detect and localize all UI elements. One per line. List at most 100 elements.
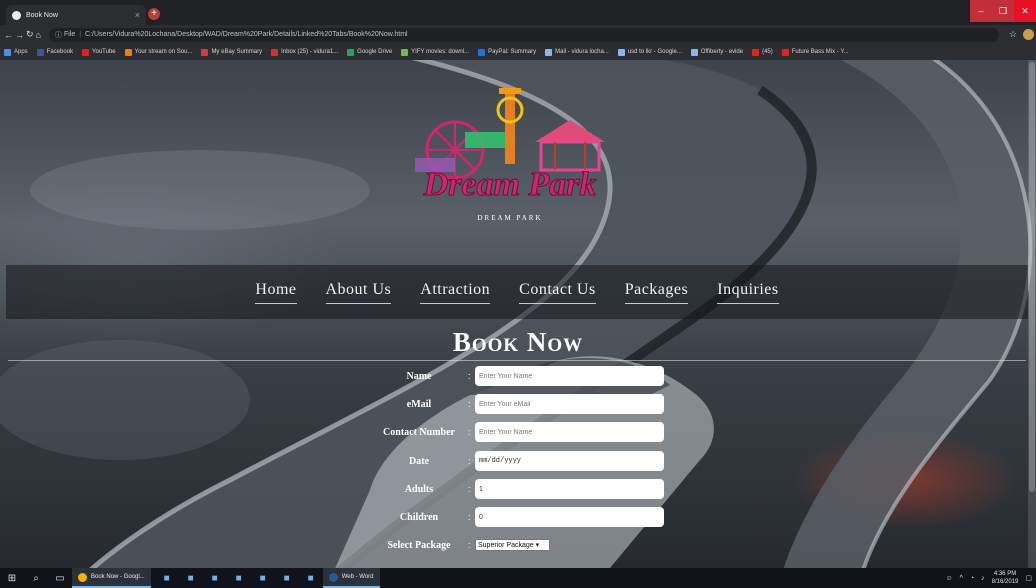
bookmark-label: Offiberty - evide	[700, 49, 744, 55]
nav-link-home[interactable]: Home	[255, 281, 297, 304]
bookmark-label: My eBay Summary	[211, 49, 263, 55]
windows-start-icon[interactable]: ⊞	[0, 568, 24, 588]
store-icon[interactable]: ■	[203, 568, 227, 588]
colon: :	[468, 427, 471, 437]
bookmark-label: Mail - vidura locha...	[555, 49, 609, 55]
bookmark-item[interactable]: Mail - vidura locha...	[545, 48, 609, 56]
bookmark-star-icon[interactable]: ☆	[1009, 29, 1017, 40]
date-input[interactable]: mm/dd/yyyy	[475, 451, 664, 471]
package-row: Select Package : Superior Package ▾	[370, 535, 670, 555]
media-icon[interactable]: ■	[299, 568, 323, 588]
url-text: C:/Users/Vidura%20Lochana/Desktop/WAD/Dr…	[85, 31, 408, 38]
tab-close-icon[interactable]: ×	[135, 10, 140, 20]
nav-link-inquiries[interactable]: Inquiries	[717, 281, 779, 304]
contact-input[interactable]	[475, 422, 664, 442]
email-input[interactable]	[475, 394, 664, 414]
bookmark-label: YouTube	[92, 49, 116, 55]
contact-label: Contact Number	[383, 426, 455, 438]
bookmark-item[interactable]: Future Bass Mix - Y...	[781, 48, 849, 56]
bookmark-item[interactable]: Inbox (25) - vidura1...	[271, 48, 338, 56]
bookmark-item[interactable]: YIFY movies: downl...	[401, 48, 469, 56]
contact-row: Contact Number :	[370, 422, 670, 442]
mail-icon	[545, 48, 553, 56]
close-window-icon[interactable]: ✕	[1014, 0, 1036, 22]
bookmark-item[interactable]: Your stream on Sou...	[124, 48, 192, 56]
system-tray: ☺ ^ ◔ ♪ 4:36 PM 8/16/2019 ▢	[945, 570, 1036, 586]
logo-wordmark: Dream Park	[423, 166, 597, 203]
chrome-icon[interactable]: ■	[275, 568, 299, 588]
name-input[interactable]	[475, 366, 664, 386]
bookmark-label: Apps	[14, 49, 28, 55]
bookmark-item[interactable]: Offiberty - evide	[690, 48, 744, 56]
windows-taskbar: ⊞ ⌕ ▭ Book Now - Googl... ■ ■ ■ ■ ■ ■ ■ Web - Wo…	[0, 568, 1036, 588]
children-row: Children :	[370, 507, 670, 527]
nav-link-about-us[interactable]: About Us	[325, 281, 392, 304]
reload-icon[interactable]: ↻	[26, 29, 34, 40]
system-clock[interactable]: 4:36 PM 8/16/2019	[992, 570, 1019, 586]
dream-park-logo[interactable]: Dream Park DREAM PARK	[395, 80, 625, 230]
bookmark-item[interactable]: Google Drive	[347, 48, 393, 56]
address-bar[interactable]: ⓘ File | C:/Users/Vidura%20Lochana/Deskt…	[48, 27, 999, 42]
bookmark-item[interactable]: (45)	[752, 48, 773, 56]
mail-icon[interactable]: ■	[227, 568, 251, 588]
minimize-icon[interactable]: –	[970, 0, 992, 22]
bookmark-label: Google Drive	[357, 49, 393, 55]
task-view-icon[interactable]: ▭	[48, 568, 72, 588]
colon: :	[468, 456, 471, 466]
nav-link-packages[interactable]: Packages	[624, 281, 689, 304]
bookmark-item[interactable]: Facebook	[36, 48, 73, 56]
forward-icon[interactable]: →	[15, 30, 24, 40]
back-icon[interactable]: ←	[4, 30, 13, 40]
taskbar-app[interactable]: Book Now - Googl...	[72, 568, 151, 588]
car-app-icon[interactable]: ■	[251, 568, 275, 588]
browser-tab[interactable]: Book Now ×	[6, 5, 146, 25]
carousel-icon	[535, 120, 605, 172]
video-icon	[752, 48, 760, 56]
adults-input[interactable]	[475, 479, 664, 499]
bookmark-item[interactable]: PayPal: Summary	[478, 48, 536, 56]
colon: :	[468, 540, 471, 550]
action-center-icon[interactable]: ▢	[1025, 574, 1032, 582]
logo-subtitle: DREAM PARK	[477, 214, 542, 222]
gmail-icon	[271, 48, 279, 56]
facebook-icon	[36, 48, 44, 56]
adults-label: Adults	[404, 483, 434, 495]
info-icon[interactable]: ⓘ	[55, 30, 64, 40]
bookmark-item[interactable]: YouTube	[82, 48, 116, 56]
profile-avatar[interactable]	[1023, 29, 1035, 40]
app-icon	[328, 572, 338, 582]
date-row: Date : mm/dd/yyyy	[370, 451, 670, 471]
adults-row: Adults :	[370, 479, 670, 499]
nav-link-attraction[interactable]: Attraction	[420, 281, 491, 304]
page-scrollbar[interactable]	[1028, 60, 1036, 568]
clock-date: 8/16/2019	[991, 579, 1019, 585]
maximize-icon[interactable]: ❐	[992, 0, 1014, 22]
children-input[interactable]	[475, 507, 664, 527]
package-selected: Superior Package	[478, 541, 534, 549]
search-icon[interactable]: ⌕	[24, 568, 48, 588]
tray-chevron-icon[interactable]: ^	[960, 575, 963, 582]
url-separator: |	[79, 31, 82, 38]
colon: :	[468, 484, 471, 494]
file-explorer-icon[interactable]: ■	[179, 568, 203, 588]
google-icon	[617, 48, 625, 56]
main-nav: Home About Us Attraction Contact Us Packages…	[6, 265, 1028, 319]
new-tab-button[interactable]: +	[148, 8, 160, 20]
package-select[interactable]: Superior Package ▾	[475, 539, 550, 551]
network-icon[interactable]: ◔	[970, 575, 974, 582]
volume-icon[interactable]: ♪	[981, 575, 985, 582]
scrollbar-thumb[interactable]	[1029, 62, 1035, 492]
home-icon[interactable]: ⌂	[36, 30, 41, 40]
bookmark-item[interactable]: usd to lkr - Google...	[617, 48, 682, 56]
title-divider	[8, 360, 1026, 361]
bookmark-item[interactable]: Apps	[4, 48, 28, 56]
bookmark-item[interactable]: My eBay Summary	[201, 48, 263, 56]
colon: :	[468, 512, 471, 522]
nav-link-contact-us[interactable]: Contact Us	[519, 281, 596, 304]
taskbar-app[interactable]: Web - Word	[322, 568, 380, 588]
people-icon[interactable]: ☺	[945, 575, 952, 582]
edge-icon[interactable]: ■	[155, 568, 179, 588]
globe-icon	[690, 48, 698, 56]
email-row: eMail :	[370, 394, 670, 414]
url-scheme: File	[63, 31, 76, 38]
